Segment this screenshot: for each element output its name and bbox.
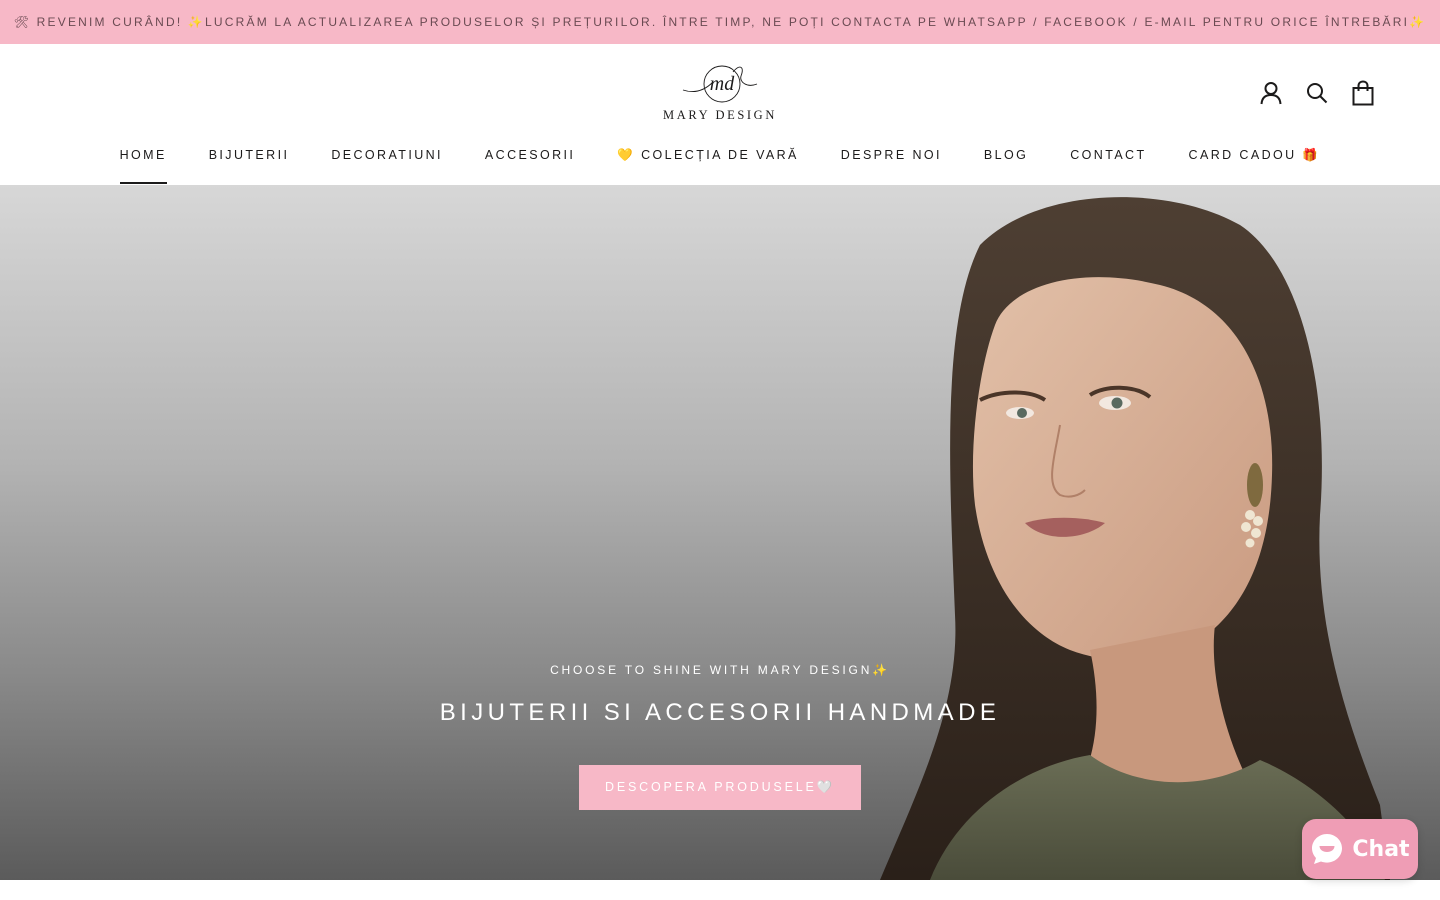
announcement-text: 🛠 REVENIM CURÂND! ✨LUCRĂM LA ACTUALIZARE… [13,15,1427,29]
hero-banner: CHOOSE TO SHINE WITH MARY DESIGN✨ BIJUTE… [0,185,1440,880]
cart-icon[interactable] [1350,80,1376,106]
nav-item-blog[interactable]: BLOG [984,148,1028,183]
nav-item-bijuterii[interactable]: BIJUTERII [209,148,290,183]
logo-text: MARY DESIGN [663,108,777,122]
chat-button[interactable]: Chat [1302,819,1418,879]
nav-item-contact[interactable]: CONTACT [1070,148,1146,183]
discover-products-button[interactable]: DESCOPERA PRODUSELE🤍 [579,765,861,810]
hero-content: CHOOSE TO SHINE WITH MARY DESIGN✨ BIJUTE… [0,185,1440,880]
nav-item-home[interactable]: HOME [119,148,167,184]
search-icon[interactable] [1304,80,1330,106]
hero-subheading: CHOOSE TO SHINE WITH MARY DESIGN✨ [550,663,890,677]
logo-monogram-icon: md [682,65,758,103]
hero-heading: BIJUTERII SI ACCESORII HANDMADE [439,699,1001,726]
nav-item-despre-noi[interactable]: DESPRE NOI [841,148,942,183]
nav-item-colectia-de-vara[interactable]: 💛 COLECȚIA DE VARĂ [617,148,798,183]
main-nav: HOME BIJUTERII DECORATIUNI ACCESORII 💛 C… [0,148,1440,184]
nav-item-card-cadou[interactable]: CARD CADOU 🎁 [1189,148,1321,183]
announcement-bar: 🛠 REVENIM CURÂND! ✨LUCRĂM LA ACTUALIZARE… [0,0,1440,44]
logo[interactable]: md MARY DESIGN [655,60,785,124]
logo-monogram-text: md [710,73,735,95]
page-below-fold [0,880,1440,900]
account-icon[interactable] [1258,80,1284,106]
chat-label: Chat [1352,836,1410,862]
nav-item-accesorii[interactable]: ACCESORII [485,148,575,183]
chat-smile-icon [1312,834,1343,864]
nav-item-decoratiuni[interactable]: DECORATIUNI [331,148,443,183]
site-header: md MARY DESIGN HOME BIJUTERII DECORATIUN… [0,44,1440,185]
header-icons [1258,80,1376,106]
